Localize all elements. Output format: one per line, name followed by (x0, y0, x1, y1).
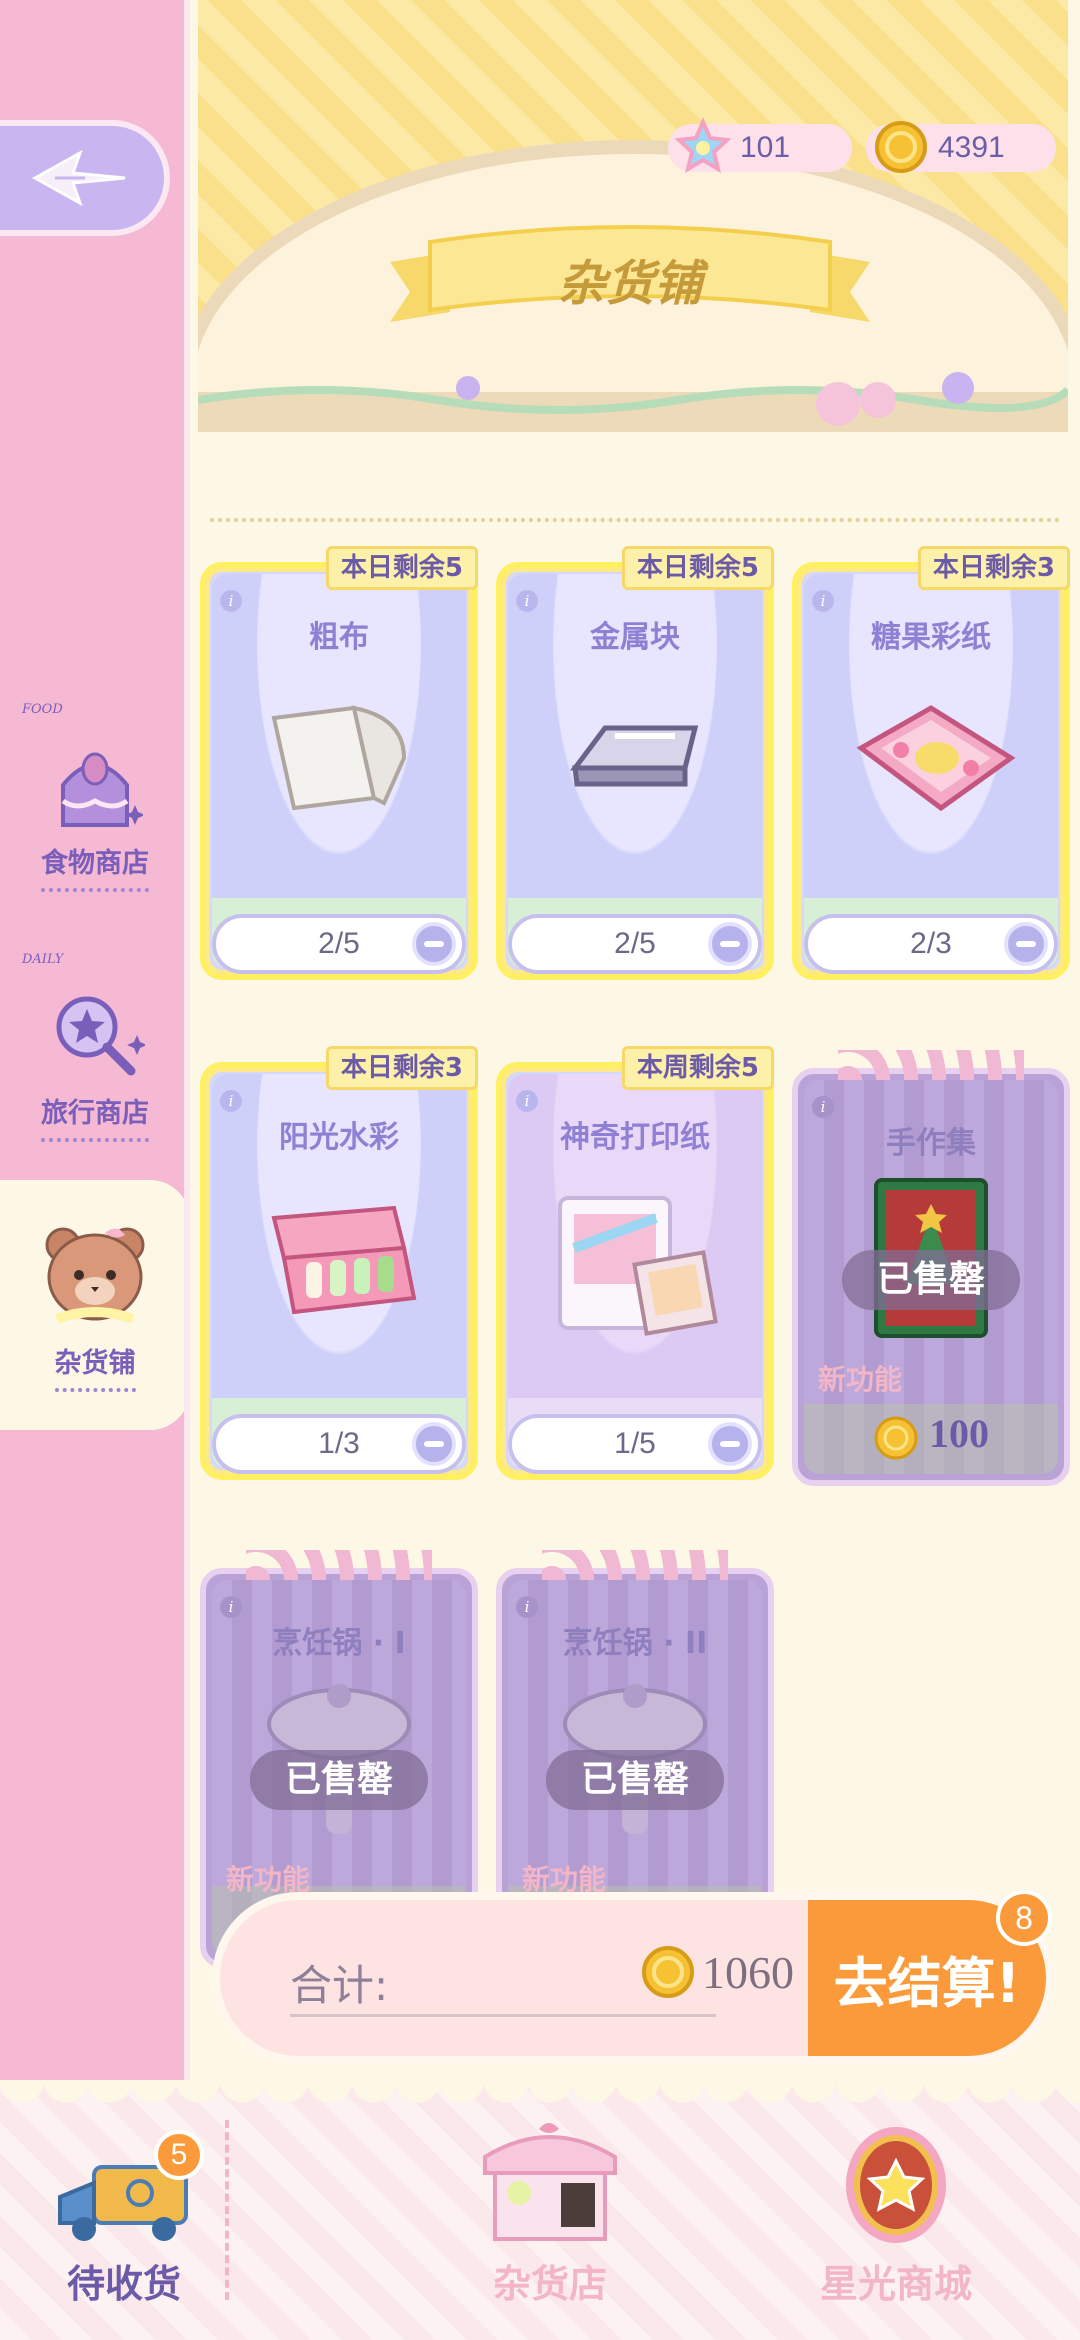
gold-coin-icon (874, 1416, 918, 1460)
info-icon[interactable]: i (220, 590, 242, 612)
nav-tag-food: FOOD (22, 702, 63, 717)
item-name: 粗布 (309, 620, 369, 655)
item-name: 烹饪锅 · II (562, 1626, 708, 1661)
daily-limit-badge: 本日剩余5 (325, 546, 478, 590)
total-label: 合计: (290, 1961, 389, 2010)
tab-pending-delivery[interactable]: 待收货 5 (14, 2120, 234, 2330)
bow-decoration (542, 1550, 728, 1580)
nav-grocery-shop[interactable]: 杂货铺 (0, 1190, 190, 1410)
nav-travel-shop[interactable]: DAILY 旅行商店 (0, 940, 190, 1160)
item-name: 手作集 (886, 1126, 976, 1161)
bear-icon (45, 1227, 145, 1324)
decrease-button[interactable] (708, 922, 752, 966)
shop-stall-icon (483, 2123, 617, 2241)
cart-count-badge: 8 (996, 1890, 1052, 1946)
header-divider (210, 518, 1060, 522)
new-feature-label: 新功能 (818, 1363, 903, 1396)
nav-label-grocery: 杂货铺 (54, 1341, 136, 1392)
shop-item-card[interactable]: i 本日剩余3 糖果彩纸 2/3 (792, 546, 1070, 980)
daily-limit-badge: 本日剩余5 (621, 546, 774, 590)
nav-food-shop[interactable]: FOOD 食物商店 (0, 690, 190, 910)
item-name: 阳光水彩 (279, 1120, 399, 1155)
shop-title-banner: 杂货铺 (390, 222, 870, 332)
info-icon[interactable]: i (516, 590, 538, 612)
compass-arrow-icon (31, 149, 126, 207)
weekly-limit-badge: 本周剩余5 (621, 1046, 774, 1090)
photo-paper-icon (558, 1196, 718, 1336)
nav-label-travel: 旅行商店 (41, 1091, 149, 1142)
info-icon[interactable]: i (516, 1090, 538, 1112)
quantity-value: 1/5 (614, 1427, 656, 1460)
total-amount: 1060 (640, 1944, 794, 2000)
price-value: 100 (929, 1411, 989, 1456)
flower-vine-decoration (198, 372, 1068, 426)
quantity-selector: 2/5 (212, 914, 466, 974)
pending-count-badge: 5 (154, 2130, 204, 2180)
rainbow-star-icon (674, 118, 732, 174)
gem-counter[interactable]: 101 (668, 118, 852, 174)
cloth-icon (271, 705, 407, 811)
magnifier-star-icon (56, 996, 145, 1076)
info-icon[interactable]: i (812, 1096, 834, 1118)
info-icon[interactable]: i (812, 590, 834, 612)
total-value: 1060 (702, 1946, 794, 1998)
cake-icon (61, 752, 143, 827)
shop-title: 杂货铺 (557, 256, 702, 312)
tab-label-grocery: 杂货店 (492, 2262, 607, 2306)
item-name: 金属块 (590, 620, 680, 655)
checkout-bar: 合计: 1060 去结算! (212, 1892, 1054, 2064)
shop-item-card[interactable]: i 本日剩余5 金属块 2/5 (496, 546, 774, 980)
decrease-button[interactable] (708, 1422, 752, 1466)
back-button[interactable] (0, 120, 170, 236)
shop-item-card[interactable]: i 本日剩余5 粗布 2/5 (200, 546, 478, 980)
gold-coin-icon (642, 1946, 694, 1998)
coin-value: 4391 (938, 131, 1005, 164)
tab-starlight-mall[interactable]: 星光商城 (786, 2100, 1006, 2330)
watercolor-box-icon (271, 1205, 417, 1315)
quantity-value: 1/3 (318, 1427, 360, 1460)
decrease-button[interactable] (1004, 922, 1048, 966)
tab-label-starlight: 星光商城 (819, 2262, 972, 2306)
daily-limit-badge: 本日剩余3 (917, 546, 1070, 590)
shop-item-card-sold-out[interactable]: i 手作集 已售罄 新功能 100 (792, 1050, 1070, 1486)
daily-limit-badge: 本日剩余3 (325, 1046, 478, 1090)
quantity-value: 2/5 (614, 927, 656, 960)
candy-paper-icon (856, 705, 1016, 812)
tab-label-pending: 待收货 (66, 2262, 181, 2306)
sold-out-label: 已售罄 (842, 1250, 1020, 1310)
star-egg-icon (846, 2127, 946, 2243)
item-name: 神奇打印纸 (560, 1120, 710, 1155)
quantity-selector: 2/5 (508, 914, 762, 974)
quantity-selector: 1/3 (212, 1414, 466, 1474)
quantity-value: 2/3 (910, 927, 952, 960)
nav-tag-daily: DAILY (22, 952, 64, 967)
decrease-button[interactable] (412, 922, 456, 966)
item-name: 糖果彩纸 (871, 620, 991, 655)
metal-ingot-icon (570, 725, 699, 787)
side-nav: FOOD 食物商店 DAILY 旅行商店 杂货铺 (0, 0, 190, 2100)
decrease-button[interactable] (412, 1422, 456, 1466)
quantity-value: 2/5 (318, 927, 360, 960)
shop-item-card[interactable]: i 本周剩余5 神奇打印纸 1/5 (496, 1046, 774, 1480)
shop-header (198, 0, 1068, 432)
bow-decoration (246, 1550, 432, 1580)
item-price: 100 (798, 1410, 1064, 1461)
info-icon[interactable]: i (220, 1090, 242, 1112)
coin-counter[interactable]: 4391 (866, 121, 1056, 173)
gem-value: 101 (740, 131, 791, 164)
sold-out-label: 已售罄 (546, 1750, 724, 1810)
nav-label-food: 食物商店 (41, 841, 149, 892)
info-icon[interactable]: i (516, 1596, 538, 1618)
gold-coin-icon (875, 121, 927, 173)
bow-decoration (838, 1050, 1024, 1080)
quantity-selector: 1/5 (508, 1414, 762, 1474)
item-name: 烹饪锅 · I (272, 1626, 406, 1661)
tab-grocery-store[interactable]: 杂货店 (440, 2090, 660, 2330)
info-icon[interactable]: i (220, 1596, 242, 1618)
sold-out-label: 已售罄 (250, 1750, 428, 1810)
shop-item-card[interactable]: i 本日剩余3 阳光水彩 1/3 (200, 1046, 478, 1480)
quantity-selector: 2/3 (804, 914, 1058, 974)
